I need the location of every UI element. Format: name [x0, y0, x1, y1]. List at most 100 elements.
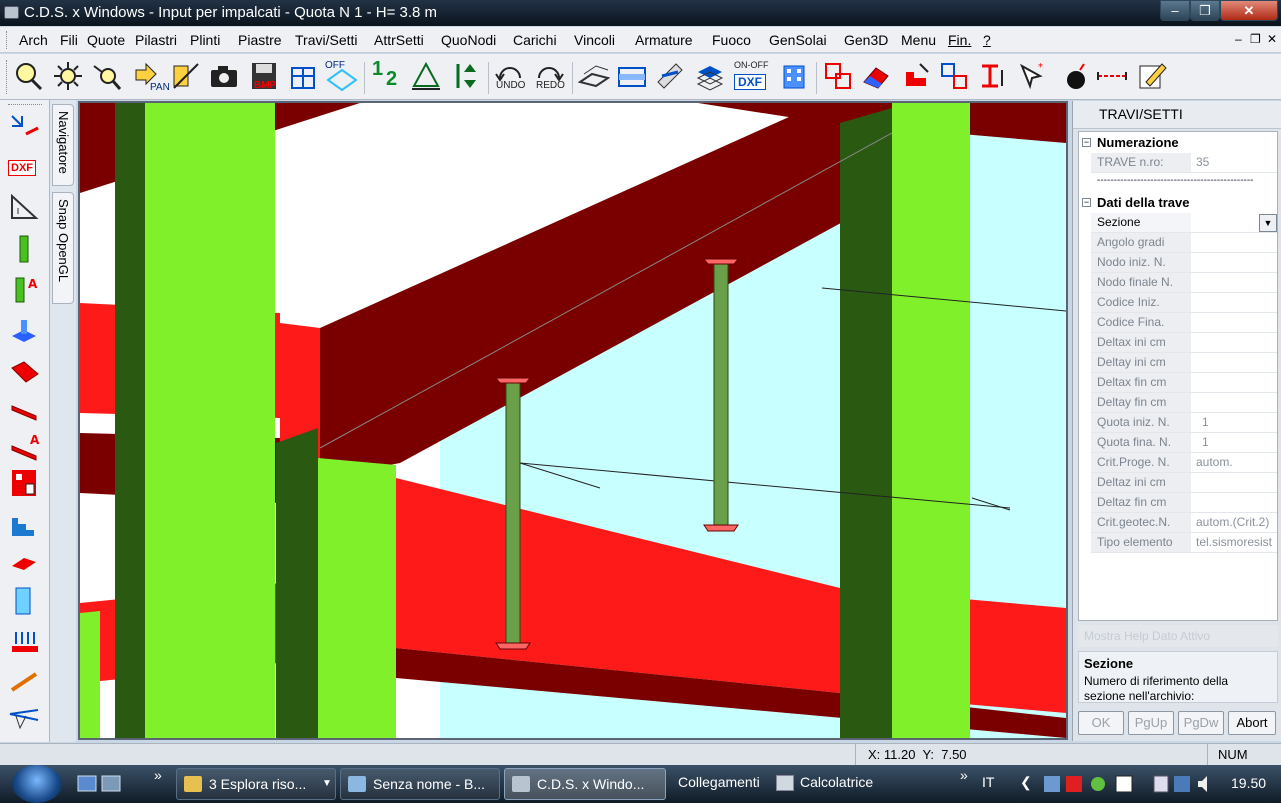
links-chevron[interactable]: »: [960, 767, 968, 783]
bomb-icon[interactable]: [1058, 60, 1090, 92]
menu-fin[interactable]: Fin.: [948, 32, 971, 48]
property-value[interactable]: [1192, 293, 1277, 312]
property-value[interactable]: [1192, 373, 1277, 392]
strut-left[interactable]: [505, 379, 521, 645]
section-icon[interactable]: [978, 60, 1010, 92]
task-esplora-risorse[interactable]: 3 Esplora riso... ▼: [176, 768, 336, 800]
app-icon[interactable]: [4, 6, 19, 19]
language-indicator[interactable]: IT: [982, 774, 994, 790]
eraser-icon[interactable]: [860, 60, 892, 92]
section-dati-trave[interactable]: − Dati della trave: [1079, 193, 1277, 213]
menu-travi-setti[interactable]: Travi/Setti: [295, 32, 358, 48]
abort-button[interactable]: Abort: [1228, 711, 1276, 735]
calcolatrice-link[interactable]: Calcolatrice: [800, 774, 873, 790]
measure-icon[interactable]: [8, 192, 42, 222]
stair-icon[interactable]: [8, 510, 42, 540]
column-icon[interactable]: [8, 234, 42, 264]
edit-beam-icon[interactable]: [654, 60, 686, 92]
property-row[interactable]: Codice Iniz.: [1091, 293, 1277, 313]
property-row[interactable]: Deltay ini cm: [1091, 353, 1277, 373]
property-value[interactable]: 1: [1192, 433, 1277, 452]
move-node-icon[interactable]: [8, 112, 42, 142]
property-row[interactable]: Crit.geotec.N. autom.(Crit.2): [1091, 513, 1277, 533]
property-row[interactable]: Angolo gradi: [1091, 233, 1277, 253]
close-button[interactable]: ✕: [1220, 0, 1278, 21]
pgdw-button[interactable]: PgDw: [1178, 711, 1224, 735]
property-value[interactable]: [1192, 333, 1277, 352]
collapse-icon[interactable]: −: [1082, 138, 1091, 147]
node-icon[interactable]: [410, 60, 442, 92]
plate-icon[interactable]: [8, 356, 42, 386]
menu-menu[interactable]: Menu: [901, 32, 936, 48]
menu-arch[interactable]: Arch: [19, 32, 48, 48]
menu-carichi[interactable]: Carichi: [513, 32, 557, 48]
layers-icon[interactable]: [694, 60, 726, 92]
report-edit-icon[interactable]: [1136, 60, 1168, 92]
mdi-minimize-button[interactable]: –: [1235, 32, 1242, 46]
menu-vincoli[interactable]: Vincoli: [574, 32, 615, 48]
task-cds-windows[interactable]: C.D.S. x Windo...: [504, 768, 666, 800]
menu-quote[interactable]: Quote: [87, 32, 125, 48]
chevron-down-icon[interactable]: ▼: [1259, 214, 1277, 232]
property-row[interactable]: Deltaz ini cm: [1091, 473, 1277, 493]
property-value[interactable]: 1: [1192, 413, 1277, 432]
structure-3d-view[interactable]: [80, 103, 1066, 738]
frame-icon[interactable]: [616, 60, 648, 92]
property-value[interactable]: [1192, 273, 1277, 292]
ok-button[interactable]: OK: [1078, 711, 1124, 735]
property-value[interactable]: tel.sismoresist: [1192, 533, 1277, 552]
property-row[interactable]: Crit.Proge. N. autom.: [1091, 453, 1277, 473]
property-row[interactable]: Tipo elemento tel.sismoresist: [1091, 533, 1277, 553]
camera-icon[interactable]: [208, 60, 240, 92]
copy-element-icon[interactable]: [822, 60, 854, 92]
help-toggle-bar[interactable]: Mostra Help Dato Attivo: [1078, 625, 1278, 647]
property-value[interactable]: [1192, 233, 1277, 252]
inclined-beam-icon[interactable]: [8, 666, 42, 696]
load-icon[interactable]: [8, 628, 42, 658]
tab-navigatore[interactable]: Navigatore: [52, 104, 74, 186]
section-numerazione[interactable]: − Numerazione: [1079, 133, 1277, 153]
chevron-down-icon[interactable]: ▼: [322, 769, 332, 799]
dimension-icon[interactable]: [1096, 60, 1128, 92]
property-value[interactable]: [1192, 313, 1277, 332]
undo-icon[interactable]: [494, 60, 526, 82]
menu-quonodi[interactable]: QuoNodi: [441, 32, 496, 48]
property-row[interactable]: Deltax ini cm: [1091, 333, 1277, 353]
menu-pilastri[interactable]: Pilastri: [135, 32, 177, 48]
slab-icon[interactable]: [578, 60, 610, 92]
tab-snap-opengl[interactable]: Snap OpenGL: [52, 192, 74, 304]
quicklaunch-chevron[interactable]: »: [154, 767, 162, 783]
property-row[interactable]: Quota fina. N. 1: [1091, 433, 1277, 453]
menu-fuoco[interactable]: Fuoco: [712, 32, 751, 48]
numbering-icon[interactable]: 1: [372, 58, 383, 81]
collapse-icon[interactable]: −: [1082, 198, 1091, 207]
corner-icon[interactable]: [900, 60, 932, 92]
menu-piastre[interactable]: Piastre: [238, 32, 282, 48]
building-icon[interactable]: [778, 60, 810, 92]
beam-icon[interactable]: [8, 396, 42, 426]
menu-armature[interactable]: Armature: [635, 32, 693, 48]
column-section-icon[interactable]: [8, 586, 42, 616]
redo-icon[interactable]: [533, 60, 565, 82]
minimize-button[interactable]: –: [1160, 0, 1190, 21]
wall-icon[interactable]: [8, 468, 42, 498]
menu-plinti[interactable]: Plinti: [190, 32, 220, 48]
pgup-button[interactable]: PgUp: [1128, 711, 1174, 735]
property-value[interactable]: [1192, 473, 1277, 492]
row-trave[interactable]: TRAVE n.ro: 35: [1091, 153, 1277, 173]
numbering-icon-2[interactable]: 2: [386, 68, 397, 91]
property-row[interactable]: Deltay fin cm: [1091, 393, 1277, 413]
menu-gen3d[interactable]: Gen3D: [844, 32, 888, 48]
row-sezione[interactable]: Sezione ▼: [1091, 213, 1277, 233]
dxf-import-button[interactable]: DXF: [8, 160, 36, 176]
slab-load-icon[interactable]: [8, 548, 42, 578]
pointer-tool-icon[interactable]: *: [1016, 60, 1048, 92]
truss-icon[interactable]: [8, 704, 42, 734]
property-value[interactable]: autom.: [1192, 453, 1277, 472]
property-row[interactable]: Deltaz fin cm: [1091, 493, 1277, 513]
property-row[interactable]: Codice Fina.: [1091, 313, 1277, 333]
property-row[interactable]: Nodo finale N.: [1091, 273, 1277, 293]
3d-viewport[interactable]: [78, 101, 1068, 740]
start-button[interactable]: [12, 765, 62, 803]
property-value[interactable]: [1192, 493, 1277, 512]
